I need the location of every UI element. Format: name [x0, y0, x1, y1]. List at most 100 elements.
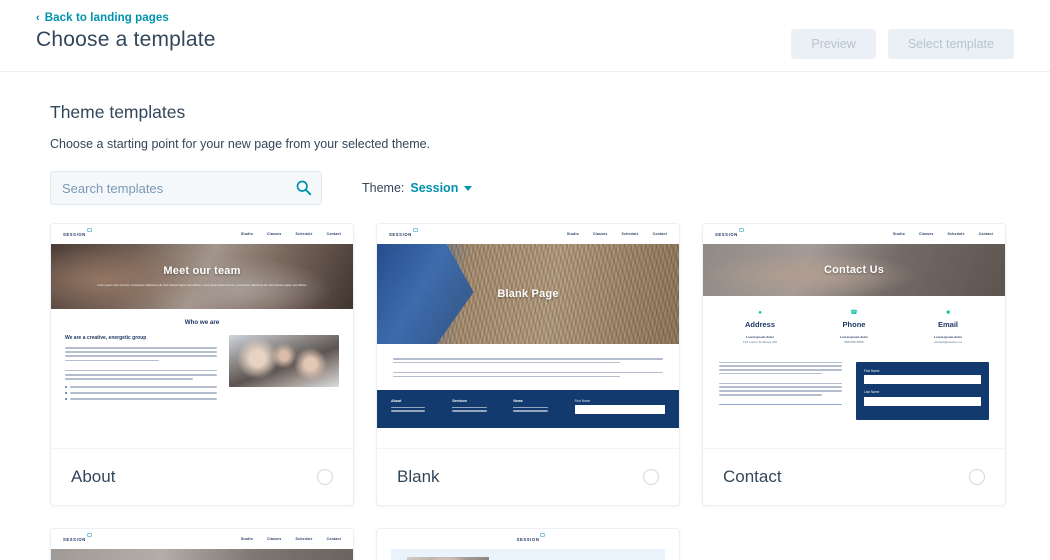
mini-nav-links: Studio Classes Schedule Contact [241, 232, 341, 236]
template-thumbnail: SESSION Studio Classes Schedule Contact … [703, 224, 1005, 449]
hero-title: Contact Us [823, 264, 885, 276]
template-thumbnail: SESSION Studio Classes Schedule Contact … [377, 224, 679, 449]
contact-blocks: ● Address Lorem ipsum dolor 123 Lorem St… [703, 296, 1005, 350]
mini-sub-heading: We are a creative, energetic group [65, 335, 147, 341]
phone-icon: ☎ [850, 310, 858, 316]
mini-nav: SESSION Studio Classes Schedule Contact [51, 529, 353, 549]
template-card-footer: Contact [703, 449, 1005, 505]
page-header: ‹ Back to landing pages Choose a templat… [0, 0, 1050, 72]
mini-nav-item: Studio [240, 537, 253, 541]
chevron-down-icon[interactable] [464, 185, 473, 191]
preview-button[interactable]: Preview [791, 29, 876, 59]
mini-logo: SESSION [389, 227, 418, 237]
template-select-radio[interactable] [643, 469, 659, 485]
mini-hero: Blank Page [377, 244, 679, 344]
back-to-landing-pages-link[interactable]: ‹ Back to landing pages [36, 12, 169, 24]
mini-body [377, 344, 679, 390]
template-thumbnail: SESSION Studio Classes Schedule Contact … [51, 224, 353, 449]
contact-block-email: ■ Email Lorem ipsum dolor contact@sessio… [901, 310, 995, 346]
mini-logo: SESSION [517, 532, 546, 542]
template-select-radio[interactable] [317, 469, 333, 485]
contact-form-label: First Name [863, 368, 880, 373]
search-icon[interactable] [295, 179, 312, 196]
contact-block-phone: ☎ Phone Lorem ipsum dolor 555-555-5555 [807, 310, 901, 346]
template-select-radio[interactable] [969, 469, 985, 485]
contact-lower: First Name Last Name [703, 349, 1005, 420]
contact-line-2: 123 Lorem St Street, MA [742, 340, 778, 345]
contact-heading: Address [744, 320, 775, 329]
contact-heading: Phone [842, 320, 866, 329]
mini-nav-item: Classes [918, 232, 934, 236]
contact-line-2: contact@session.co [934, 340, 962, 345]
theme-filter[interactable]: Theme: Session [362, 181, 473, 195]
map-pin-icon: ● [758, 310, 762, 316]
mini-nav-item: Contact [978, 232, 993, 236]
template-grid: SESSION Studio Classes Schedule Contact … [50, 223, 1050, 560]
contact-block-address: ● Address Lorem ipsum dolor 123 Lorem St… [713, 310, 807, 346]
mini-nav: SESSION Studio Classes Schedule Contact [703, 224, 1005, 244]
theme-filter-label: Theme: [362, 181, 405, 195]
footer-column-heading: News [513, 398, 523, 403]
section-title: Theme templates [50, 102, 186, 122]
template-name: Blank [397, 467, 440, 486]
hero-title: Blank Page [497, 288, 559, 300]
hero-subtitle: Lorem ipsum dolor sit amet, consectetur … [97, 283, 307, 287]
template-card-footer: About [51, 449, 353, 505]
template-card-row2-1[interactable]: SESSION Studio Classes Schedule Contact [50, 528, 354, 560]
footer-form-label: First Name [574, 398, 591, 403]
mini-logo: SESSION [63, 532, 92, 542]
mini-content-image [229, 335, 339, 387]
mini-nav-item: Classes [266, 537, 282, 541]
select-template-button[interactable]: Select template [887, 29, 1014, 59]
mini-nav-links: Studio Classes Schedule Contact [893, 232, 993, 236]
mini-nav-item: Contact [326, 232, 341, 236]
mini-nav-item: Contact [652, 232, 667, 236]
template-card-row2-2[interactable]: SESSION [376, 528, 680, 560]
search-input[interactable] [50, 171, 322, 205]
contact-line-2: 555-555-5555 [844, 340, 864, 345]
footer-column-heading: Services [452, 398, 467, 403]
mini-nav: SESSION Studio Classes Schedule Contact [51, 224, 353, 244]
mini-nav: SESSION [377, 529, 679, 549]
header-actions: Preview Select template [791, 29, 1014, 59]
theme-filter-value[interactable]: Session [410, 181, 458, 195]
template-card-contact[interactable]: SESSION Studio Classes Schedule Contact … [702, 223, 1006, 506]
footer-form-input [574, 404, 666, 414]
mini-nav-item: Classes [266, 232, 282, 236]
chevron-left-icon: ‹ [36, 11, 40, 24]
template-thumbnail: SESSION Studio Classes Schedule Contact [51, 529, 353, 560]
back-link-label: Back to landing pages [44, 12, 169, 24]
mini-nav: SESSION Studio Classes Schedule Contact [377, 224, 679, 244]
mini-hero: Meet our team Lorem ipsum dolor sit amet… [51, 244, 353, 309]
mini-nav-links: Studio Classes Schedule Contact [241, 537, 341, 541]
template-card-footer: Blank [377, 449, 679, 505]
contact-form-label: Last Name [863, 390, 880, 394]
section-description: Choose a starting point for your new pag… [50, 137, 431, 151]
template-thumbnail: SESSION [377, 529, 679, 560]
page-title: Choose a template [36, 28, 216, 51]
template-card-about[interactable]: SESSION Studio Classes Schedule Contact … [50, 223, 354, 506]
mini-nav-item: Contact [326, 537, 341, 541]
footer-column-heading: About [391, 398, 402, 403]
mini-hero: Contact Us [703, 244, 1005, 296]
contact-form-input-last-name [863, 396, 981, 406]
mini-hero [51, 549, 353, 560]
mini-nav-item: Classes [592, 232, 608, 236]
contact-body-text [719, 361, 842, 420]
mini-body [391, 549, 665, 560]
contact-form-input-first-name [863, 375, 981, 384]
mini-footer: About Services News First Name [377, 389, 679, 428]
envelope-icon: ■ [946, 310, 950, 316]
main-content: Theme templates Choose a starting point … [0, 72, 1050, 560]
mini-nav-item: Studio [566, 232, 579, 236]
template-card-blank[interactable]: SESSION Studio Classes Schedule Contact … [376, 223, 680, 506]
contact-heading: Email [937, 320, 958, 329]
mini-nav-item: Schedule [621, 232, 639, 236]
template-name: Contact [723, 467, 782, 486]
mini-nav-item: Studio [892, 232, 905, 236]
mini-nav-item: Studio [240, 232, 253, 236]
filter-bar: Theme: Session [50, 171, 1050, 205]
mini-logo: SESSION [63, 227, 92, 237]
mini-body: Who we are We are a creative, energetic … [51, 309, 353, 414]
search-templates-field[interactable] [50, 171, 322, 205]
